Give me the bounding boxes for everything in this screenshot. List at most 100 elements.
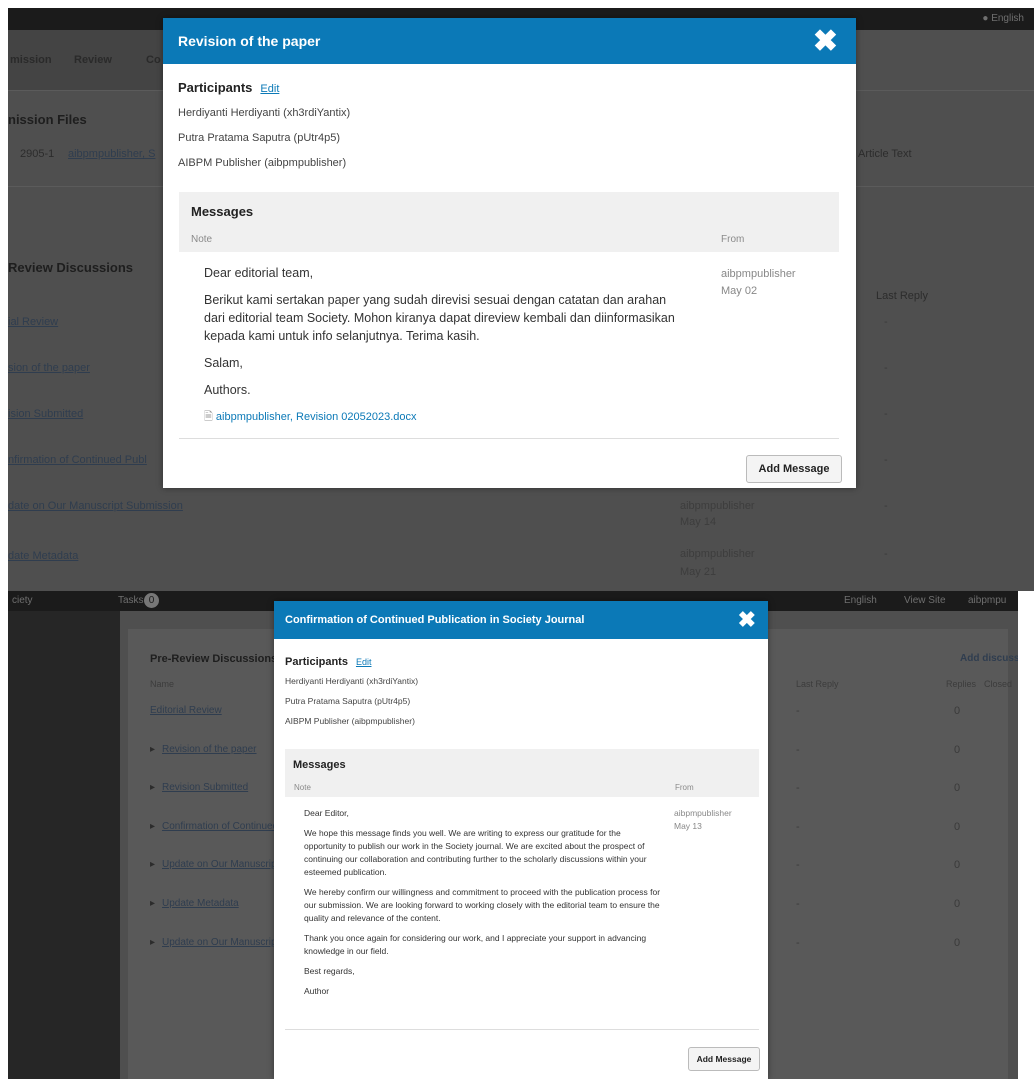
discussion-link[interactable]: nfirmation of Continued Publ: [8, 454, 147, 466]
tasks-count-badge: 0: [144, 593, 159, 608]
discussion-link[interactable]: ision Submitted: [8, 408, 83, 420]
message-paragraph: We hope this message finds you well. We …: [304, 828, 647, 877]
message-date: May 13: [674, 821, 702, 831]
language-menu[interactable]: ● English: [982, 13, 1024, 24]
reply-count: 0: [954, 782, 961, 794]
discussion-reply: -: [796, 782, 800, 794]
messages-header-box: Messages Note From: [179, 192, 839, 252]
message-body: Dear Editor, We hope this message finds …: [304, 807, 664, 1005]
participants-header: Participants Edit: [178, 80, 279, 95]
discussion-reply: -: [884, 316, 888, 328]
discussion-reply: -: [884, 454, 888, 466]
add-message-button[interactable]: Add Message: [688, 1047, 760, 1071]
reply-count: 0: [954, 705, 961, 717]
messages-title: Messages: [293, 759, 346, 771]
discussion-link[interactable]: date on Our Manuscript Submission: [8, 500, 183, 512]
tasks-link[interactable]: Tasks: [118, 595, 144, 606]
expand-icon[interactable]: ▸: [150, 937, 155, 948]
reply-count: 0: [954, 898, 961, 910]
discussion-link[interactable]: sion of the paper: [8, 362, 90, 374]
participant: Putra Pratama Saputra (pUtr4p5): [285, 696, 411, 706]
dialog-header: Revision of the paper ✖: [163, 18, 856, 64]
reply-count: 0: [954, 744, 961, 756]
column-from: From: [721, 234, 745, 245]
reply-count: 0: [954, 937, 961, 949]
column-note: Note: [191, 234, 213, 245]
review-discussions-title: Review Discussions: [8, 260, 133, 275]
expand-icon[interactable]: ▸: [150, 821, 155, 832]
participant: Putra Pratama Saputra (pUtr4p5): [178, 132, 341, 144]
discussion-reply: -: [884, 362, 888, 374]
discussion-link[interactable]: Revision Submitted: [162, 782, 248, 793]
close-icon[interactable]: ✖: [738, 607, 756, 633]
discussion-reply: -: [884, 548, 888, 560]
column-name: Name: [150, 679, 175, 689]
screenshot-confirmation-dialog: ciety Tasks 0 English View Site aibpmpu …: [8, 591, 1018, 1079]
file-icon: 🗎: [204, 411, 213, 423]
discussion-date: May 14: [680, 516, 717, 528]
message-paragraph: Dear editorial team,: [204, 266, 314, 280]
divider: [179, 438, 839, 439]
column-last-reply: Last Reply: [796, 679, 839, 689]
reply-count: 0: [954, 821, 961, 833]
expand-icon[interactable]: ▸: [150, 782, 155, 793]
messages-title: Messages: [191, 204, 254, 219]
edit-participants-link[interactable]: Edit: [260, 83, 279, 95]
language-menu[interactable]: English: [844, 595, 877, 606]
discussion-reply: -: [796, 705, 800, 717]
file-link[interactable]: aibpmpublisher, S: [68, 148, 155, 160]
screenshot-revision-dialog: ● English mission Review Co nission File…: [8, 8, 1034, 591]
submission-files-title: nission Files: [8, 112, 87, 127]
discussion-link[interactable]: Revision of the paper: [162, 744, 257, 755]
attachment-name: aibpmpublisher, Revision 02052023.docx: [215, 411, 417, 423]
discussion-link[interactable]: Editorial Review: [150, 705, 222, 716]
user-menu[interactable]: aibpmpu: [968, 595, 1006, 606]
participant: AIBPM Publisher (aibpmpublisher): [178, 157, 347, 169]
discussion-reply: -: [796, 937, 800, 949]
tab-review[interactable]: Review: [74, 54, 112, 66]
add-message-button[interactable]: Add Message: [746, 455, 842, 483]
divider: [285, 1029, 759, 1030]
column-closed: Closed: [984, 679, 1013, 689]
participants-label: Participants: [285, 656, 348, 668]
expand-icon[interactable]: ▸: [150, 744, 155, 755]
attachment-link[interactable]: 🗎 aibpmpublisher, Revision 02052023.docx: [204, 408, 679, 426]
message-body: Dear editorial team, Berikut kami sertak…: [204, 264, 679, 426]
message-paragraph: Dear Editor,: [304, 808, 349, 818]
participants-header: Participants Edit: [285, 656, 371, 668]
participant: Herdiyanti Herdiyanti (xh3rdiYantix): [178, 107, 351, 119]
column-from: From: [675, 783, 694, 792]
message-paragraph: We hereby confirm our willingness and co…: [304, 887, 661, 923]
tab-copyediting[interactable]: Co: [146, 54, 161, 66]
last-reply-header: Last Reply: [876, 290, 928, 302]
discussion-reply: -: [796, 898, 800, 910]
discussion-link[interactable]: date Metadata: [8, 550, 78, 562]
message-paragraph: Salam,: [204, 356, 243, 370]
column-note: Note: [294, 783, 311, 792]
dialog-header: Confirmation of Continued Publication in…: [274, 601, 768, 639]
dialog-title: Confirmation of Continued Publication in…: [285, 614, 585, 626]
messages-header-box: Messages Note From: [285, 749, 759, 797]
participants-label: Participants: [178, 80, 253, 95]
tab-submission[interactable]: mission: [10, 54, 52, 66]
message-paragraph: Berikut kami sertakan paper yang sudah d…: [204, 293, 675, 343]
discussion-link[interactable]: Update Metadata: [162, 898, 239, 909]
close-icon[interactable]: ✖: [813, 24, 838, 59]
discussion-reply: -: [796, 744, 800, 756]
view-site-link[interactable]: View Site: [904, 595, 946, 606]
edit-participants-link[interactable]: Edit: [356, 657, 372, 667]
message-from: aibpmpublisher: [721, 268, 796, 280]
discussion-reply: -: [796, 821, 800, 833]
message-meta: aibpmpublisher May 13: [674, 807, 732, 833]
file-type: Article Text: [858, 148, 912, 160]
column-replies: Replies: [946, 679, 977, 689]
discussion-from: aibpmpublisher: [680, 500, 755, 512]
add-discussion-link[interactable]: Add discussion: [960, 653, 1018, 664]
discussion-reply: -: [884, 500, 888, 512]
site-brand[interactable]: ciety: [12, 595, 33, 606]
expand-icon[interactable]: ▸: [150, 859, 155, 870]
discussion-link[interactable]: ial Review: [8, 316, 58, 328]
expand-icon[interactable]: ▸: [150, 898, 155, 909]
discussion-reply: -: [884, 408, 888, 420]
message-from: aibpmpublisher: [674, 808, 732, 818]
